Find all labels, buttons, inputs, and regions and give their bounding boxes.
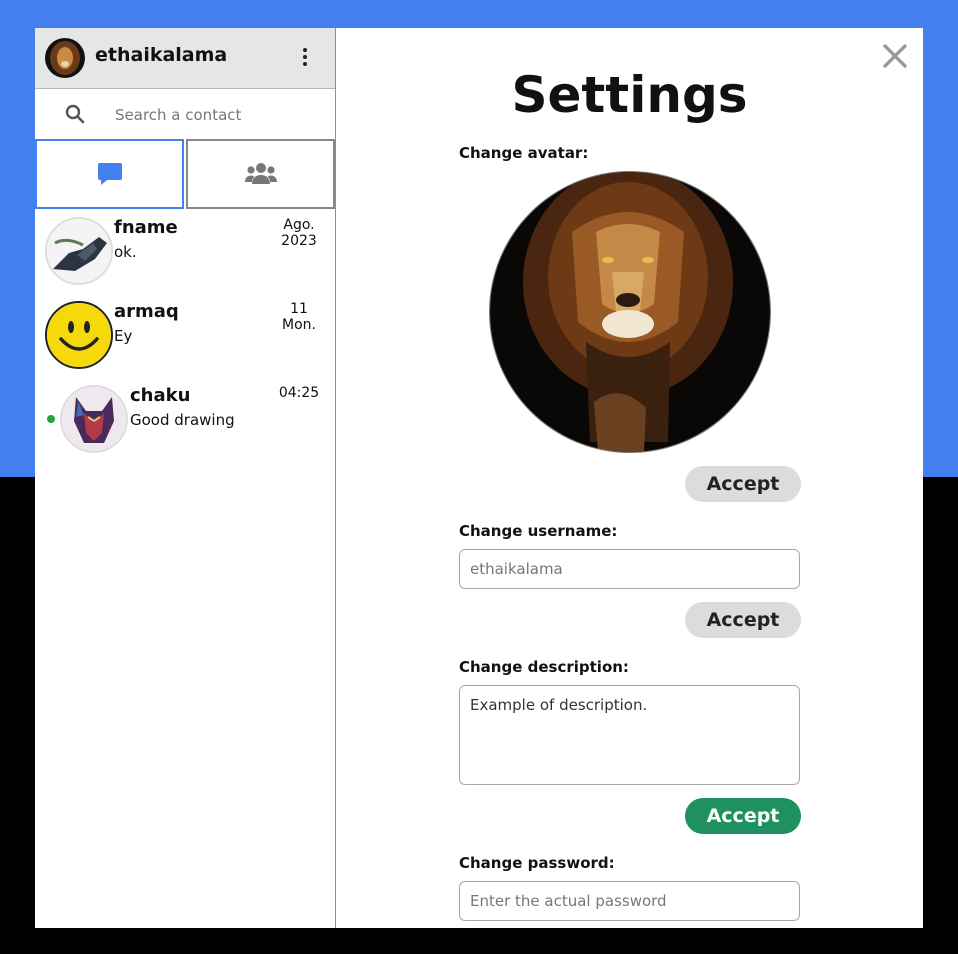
sidebar-header: ethaikalama: [35, 28, 335, 89]
contact-search: [35, 89, 335, 139]
description-label: Change description:: [459, 658, 629, 676]
users-icon: [244, 163, 277, 184]
message-date: 04:25: [275, 385, 323, 401]
sidebar-tabs: [35, 139, 335, 209]
last-message: Good drawing: [130, 411, 235, 429]
username-input[interactable]: [459, 549, 800, 589]
description-textarea[interactable]: Example of description.: [459, 685, 800, 785]
message-date-line2: Mon.: [282, 317, 316, 333]
contact-name: armaq: [114, 301, 179, 322]
more-options-icon[interactable]: [298, 48, 312, 68]
chat-item[interactable]: armaq Ey 11 Mon.: [35, 295, 335, 379]
avatar-preview[interactable]: [489, 171, 771, 453]
last-message: ok.: [114, 243, 137, 261]
chat-item[interactable]: fname ok. Ago. 2023: [35, 211, 335, 295]
contact-avatar: [45, 217, 113, 285]
tab-contacts[interactable]: [186, 139, 335, 209]
contact-avatar: [45, 301, 113, 369]
sidebar: ethaikalama Search a contact fname ok. A…: [35, 28, 336, 928]
username-label: Change username:: [459, 522, 618, 540]
message-date-line2: 2023: [281, 233, 317, 249]
avatar-label: Change avatar:: [459, 144, 589, 162]
page-title: Settings: [511, 66, 748, 124]
accept-avatar-button[interactable]: Accept: [685, 466, 801, 502]
app-window: ethaikalama Search a contact fname ok. A…: [35, 28, 923, 928]
user-avatar[interactable]: [45, 38, 85, 78]
chat-bubble-icon: [97, 163, 122, 185]
online-indicator: [47, 415, 55, 423]
message-date-line1: Ago.: [283, 217, 315, 233]
accept-description-button[interactable]: Accept: [685, 798, 801, 834]
user-name: ethaikalama: [95, 44, 228, 66]
contact-avatar: [60, 385, 128, 453]
password-label: Change password:: [459, 854, 615, 872]
contact-name: fname: [114, 217, 178, 238]
message-date: 11 Mon.: [275, 301, 323, 333]
message-date: Ago. 2023: [275, 217, 323, 249]
tab-chats[interactable]: [35, 139, 184, 209]
accept-username-button[interactable]: Accept: [685, 602, 801, 638]
search-input[interactable]: [113, 102, 317, 128]
search-icon: [65, 104, 85, 124]
contact-name: chaku: [130, 385, 191, 406]
chat-item[interactable]: chaku Good drawing 04:25: [35, 379, 335, 463]
message-date-line1: 11: [290, 301, 308, 317]
password-input[interactable]: [459, 881, 800, 921]
last-message: Ey: [114, 327, 133, 345]
message-date-line1: 04:25: [278, 385, 320, 401]
settings-panel: Settings Change avatar: Accept Change us…: [336, 28, 923, 928]
